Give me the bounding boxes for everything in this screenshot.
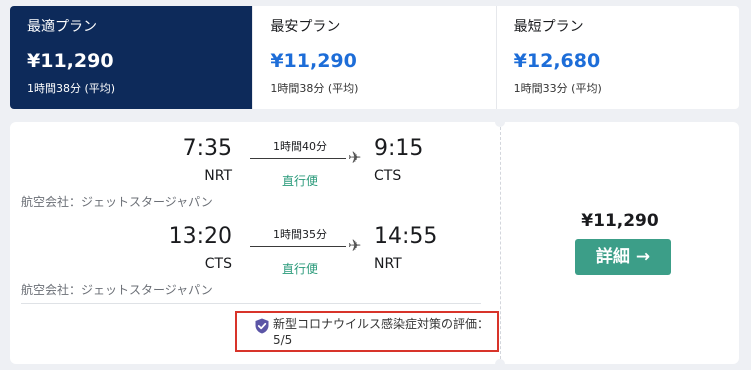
- arrival-airport: NRT: [374, 256, 402, 272]
- departure-airport: CTS: [204, 256, 232, 272]
- price-panel: ¥11,290 詳細 →: [501, 122, 739, 364]
- return-leg: 13:20 CTS 1時間35分 ✈ 直行便 14:55 NRT: [10, 224, 500, 284]
- total-price: ¥11,290: [581, 211, 659, 231]
- outbound-leg: 7:35 NRT 1時間40分 ✈ 直行便 9:15 CTS: [10, 136, 500, 196]
- tab-title: 最短プラン: [513, 19, 584, 35]
- flight-duration: 1時間40分: [273, 140, 327, 153]
- tab-duration: 1時間38分 (平均): [27, 82, 116, 95]
- departure-time: 13:20: [168, 224, 232, 249]
- direct-flight-label: 直行便: [281, 174, 318, 188]
- arrival-time: 9:15: [374, 136, 424, 161]
- departure-time: 7:35: [182, 136, 232, 161]
- section-divider: [21, 303, 481, 304]
- arrival-time: 14:55: [374, 224, 438, 249]
- covid-safety-rating[interactable]: 新型コロナウイルス感染症対策の評価：5/5: [235, 311, 499, 352]
- tab-price: ¥11,290: [270, 50, 357, 72]
- direct-flight-label: 直行便: [281, 262, 318, 276]
- airplane-icon: ✈: [348, 148, 362, 167]
- sort-tabs: 最適プラン ¥11,290 1時間38分 (平均) 最安プラン ¥11,290 …: [10, 6, 739, 109]
- covid-rating-text: 新型コロナウイルス感染症対策の評価：5/5: [273, 317, 490, 347]
- tab-duration: 1時間38分 (平均): [270, 82, 359, 95]
- tab-cheapest[interactable]: 最安プラン ¥11,290 1時間38分 (平均): [253, 6, 497, 109]
- departure-airport: NRT: [204, 168, 232, 184]
- route-line: [250, 246, 346, 247]
- flight-itinerary: 7:35 NRT 1時間40分 ✈ 直行便 9:15 CTS 航空会社：ジェット…: [10, 122, 500, 364]
- flight-result-card: 7:35 NRT 1時間40分 ✈ 直行便 9:15 CTS 航空会社：ジェット…: [10, 117, 739, 369]
- arrival-airport: CTS: [374, 168, 402, 184]
- tab-duration: 1時間33分 (平均): [513, 82, 602, 95]
- tab-title: 最安プラン: [270, 19, 341, 35]
- tab-price: ¥12,680: [513, 50, 601, 72]
- tab-fastest[interactable]: 最短プラン ¥12,680 1時間33分 (平均): [497, 6, 739, 109]
- airline-label: 航空会社：ジェットスタージャパン: [21, 283, 213, 297]
- details-button[interactable]: 詳細 →: [575, 239, 671, 275]
- tab-price: ¥11,290: [27, 50, 114, 72]
- tab-title: 最適プラン: [27, 19, 97, 35]
- flight-duration: 1時間35分: [273, 228, 327, 241]
- tab-best[interactable]: 最適プラン ¥11,290 1時間38分 (平均): [10, 6, 254, 109]
- airplane-icon: ✈: [348, 236, 362, 255]
- route-line: [250, 158, 346, 159]
- shield-check-icon: [255, 318, 269, 334]
- airline-label: 航空会社：ジェットスタージャパン: [21, 195, 213, 209]
